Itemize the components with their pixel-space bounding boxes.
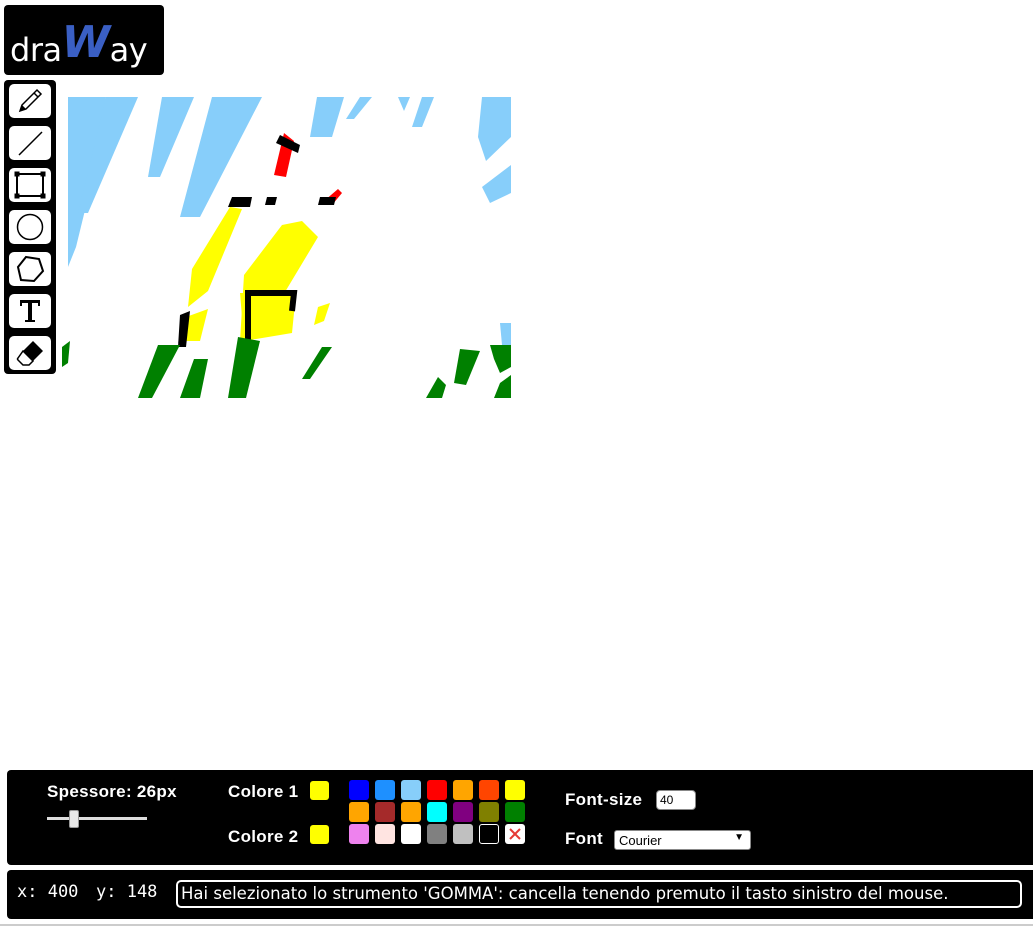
outline-stroke xyxy=(228,197,252,207)
polygon-icon xyxy=(16,255,45,283)
grass-stroke xyxy=(228,337,260,398)
fontsize-label: Font-size xyxy=(565,790,643,809)
slider-thumb[interactable] xyxy=(69,810,79,828)
text-icon xyxy=(20,300,40,322)
palette-swatch[interactable] xyxy=(453,824,473,844)
grass-stroke xyxy=(490,345,511,373)
palette-swatch[interactable] xyxy=(349,780,369,800)
status-message: Hai selezionato lo strumento 'GOMMA': ca… xyxy=(176,880,1022,908)
x-coordinate: x: 400 xyxy=(17,882,79,902)
drawing-canvas[interactable] xyxy=(62,97,511,398)
palette-swatch[interactable] xyxy=(349,802,369,822)
status-bar: x: 400 y: 148 Hai selezionato lo strumen… xyxy=(7,870,1033,919)
grass-stroke xyxy=(62,341,70,367)
palette-swatch[interactable] xyxy=(479,824,499,844)
sky-stroke xyxy=(482,165,511,203)
polygon-tool-button[interactable] xyxy=(9,252,51,286)
grass-stroke xyxy=(138,345,180,398)
house-yellow-stroke xyxy=(188,207,242,307)
grass-stroke xyxy=(180,359,208,398)
sky-stroke xyxy=(346,97,372,119)
line-icon xyxy=(18,131,43,156)
palette-swatch[interactable] xyxy=(375,824,395,844)
fontsize-input[interactable]: 40 xyxy=(656,790,696,810)
font-select[interactable]: Courier ▼ xyxy=(614,830,751,850)
palette-swatch[interactable] xyxy=(401,780,421,800)
eraser-icon xyxy=(16,341,43,366)
grass-stroke xyxy=(454,349,480,385)
logo-text: draWay xyxy=(10,17,148,69)
font-select-value: Courier xyxy=(619,833,662,848)
sky-stroke xyxy=(398,97,410,111)
circle-tool-button[interactable] xyxy=(9,210,51,244)
rectangle-icon xyxy=(14,171,46,199)
eraser-tool-button[interactable] xyxy=(9,336,51,370)
thickness-slider[interactable] xyxy=(47,810,147,828)
palette-swatch[interactable] xyxy=(505,802,525,822)
color2-swatch[interactable] xyxy=(310,825,329,844)
palette-swatch[interactable] xyxy=(505,780,525,800)
sky-stroke xyxy=(310,97,344,137)
palette-swatch[interactable] xyxy=(427,802,447,822)
palette-swatch[interactable] xyxy=(479,780,499,800)
outline-stroke xyxy=(318,197,336,205)
y-coordinate: y: 148 xyxy=(96,882,158,902)
palette-swatch[interactable] xyxy=(479,802,499,822)
palette-swatch[interactable] xyxy=(375,802,395,822)
house-yellow-stroke xyxy=(314,303,330,325)
clear-color-swatch[interactable] xyxy=(505,824,525,844)
sky-stroke xyxy=(148,97,194,177)
app-logo: draWay xyxy=(4,5,164,75)
rectangle-tool-button[interactable] xyxy=(9,168,51,202)
color2-label: Colore 2 xyxy=(228,827,299,846)
controls-panel: Spessore: 26px Colore 1 Colore 2 Font-si… xyxy=(7,770,1033,865)
slider-track xyxy=(47,817,147,820)
grass-stroke xyxy=(494,375,511,398)
circle-icon xyxy=(16,213,44,241)
sky-stroke xyxy=(412,97,434,127)
palette-swatch[interactable] xyxy=(401,802,421,822)
palette-swatch[interactable] xyxy=(453,802,473,822)
grass-stroke xyxy=(426,377,446,398)
tool-palette xyxy=(4,80,56,374)
palette-swatch[interactable] xyxy=(349,824,369,844)
color1-swatch[interactable] xyxy=(310,781,329,800)
color1-label: Colore 1 xyxy=(228,782,299,801)
pencil-icon xyxy=(18,88,43,113)
chevron-down-icon: ▼ xyxy=(734,832,744,843)
close-icon xyxy=(509,828,521,840)
text-tool-button[interactable] xyxy=(9,294,51,328)
palette-swatch[interactable] xyxy=(375,780,395,800)
line-tool-button[interactable] xyxy=(9,126,51,160)
font-label: Font xyxy=(565,829,604,848)
outline-stroke xyxy=(265,197,277,205)
thickness-label: Spessore: 26px xyxy=(47,782,177,801)
sky-stroke xyxy=(478,97,511,161)
palette-swatch[interactable] xyxy=(427,780,447,800)
palette-swatch[interactable] xyxy=(401,824,421,844)
grass-stroke xyxy=(302,347,332,379)
palette-swatch[interactable] xyxy=(453,780,473,800)
pencil-tool-button[interactable] xyxy=(9,84,51,118)
palette-swatch[interactable] xyxy=(427,824,447,844)
